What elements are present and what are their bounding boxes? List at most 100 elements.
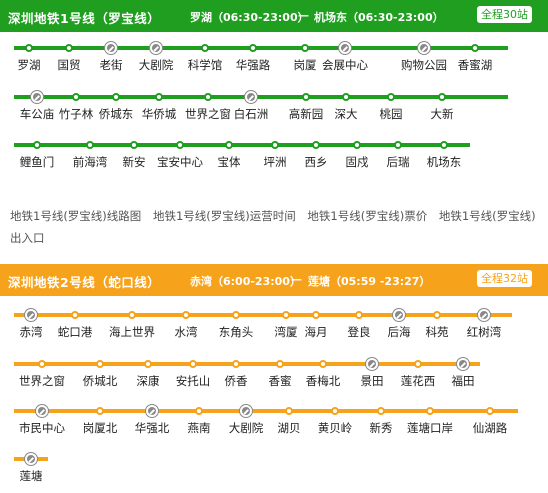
station-label[interactable]: 新安 — [123, 154, 146, 170]
station-dot-icon[interactable] — [426, 407, 434, 415]
station-label[interactable]: 黄贝岭 — [318, 420, 353, 436]
station-label[interactable]: 坪洲 — [264, 154, 287, 170]
station-label[interactable]: 侨城北 — [83, 373, 118, 389]
station-label[interactable]: 后瑞 — [387, 154, 410, 170]
station-label[interactable]: 宝安中心 — [157, 154, 203, 170]
station-dot-icon[interactable] — [387, 93, 395, 101]
station-dot-icon[interactable] — [204, 93, 212, 101]
line1-hours-link[interactable]: 地铁1号线(罗宝线)运营时间 — [153, 209, 296, 223]
station-label[interactable]: 华强路 — [236, 57, 271, 73]
station-label[interactable]: 红树湾 — [467, 324, 502, 340]
station-label[interactable]: 深康 — [137, 373, 160, 389]
station-label[interactable]: 西乡 — [305, 154, 328, 170]
station-label[interactable]: 后海 — [388, 324, 411, 340]
station-dot-icon[interactable] — [285, 407, 293, 415]
station-label[interactable]: 白石洲 — [234, 106, 269, 122]
station-label[interactable]: 海月 — [305, 324, 328, 340]
station-dot-icon[interactable] — [282, 311, 290, 319]
station-label[interactable]: 侨香 — [225, 373, 248, 389]
station-dot-icon[interactable] — [96, 407, 104, 415]
station-label[interactable]: 华侨城 — [142, 106, 177, 122]
station-label[interactable]: 海上世界 — [109, 324, 155, 340]
station-label[interactable]: 香蜜湖 — [458, 57, 493, 73]
station-dot-icon[interactable] — [312, 141, 320, 149]
station-label[interactable]: 莲塘口岸 — [407, 420, 453, 436]
station-label[interactable]: 桃园 — [380, 106, 403, 122]
line1-title[interactable]: 深圳地铁1号线（罗宝线） — [8, 8, 160, 27]
station-dot-icon[interactable] — [128, 311, 136, 319]
station-label[interactable]: 罗湖 — [18, 57, 41, 73]
station-label[interactable]: 新秀 — [370, 420, 393, 436]
interchange-station-icon[interactable] — [457, 358, 469, 370]
station-dot-icon[interactable] — [353, 141, 361, 149]
station-label[interactable]: 高新园 — [289, 106, 324, 122]
station-dot-icon[interactable] — [355, 311, 363, 319]
station-dot-icon[interactable] — [176, 141, 184, 149]
station-label[interactable]: 岗厦北 — [83, 420, 118, 436]
station-label[interactable]: 水湾 — [175, 324, 198, 340]
interchange-station-icon[interactable] — [31, 91, 43, 103]
interchange-station-icon[interactable] — [240, 405, 252, 417]
interchange-station-icon[interactable] — [25, 453, 37, 465]
station-dot-icon[interactable] — [25, 44, 33, 52]
line1-map-link[interactable]: 地铁1号线(罗宝线)线路图 — [10, 209, 141, 223]
station-dot-icon[interactable] — [471, 44, 479, 52]
station-label[interactable]: 宝体 — [218, 154, 241, 170]
station-dot-icon[interactable] — [249, 44, 257, 52]
station-dot-icon[interactable] — [232, 360, 240, 368]
interchange-station-icon[interactable] — [150, 42, 162, 54]
line2-title[interactable]: 深圳地铁2号线（蛇口线） — [8, 272, 160, 291]
station-dot-icon[interactable] — [71, 311, 79, 319]
station-dot-icon[interactable] — [155, 93, 163, 101]
station-label[interactable]: 侨城东 — [99, 106, 134, 122]
interchange-station-icon[interactable] — [393, 309, 405, 321]
station-label[interactable]: 东角头 — [219, 324, 254, 340]
station-dot-icon[interactable] — [38, 360, 46, 368]
station-dot-icon[interactable] — [301, 44, 309, 52]
station-dot-icon[interactable] — [232, 311, 240, 319]
station-label[interactable]: 景田 — [361, 373, 384, 389]
station-label[interactable]: 竹子林 — [59, 106, 94, 122]
station-label[interactable]: 会展中心 — [322, 57, 368, 73]
station-label[interactable]: 大剧院 — [229, 420, 264, 436]
station-dot-icon[interactable] — [86, 141, 94, 149]
station-label[interactable]: 科学馆 — [188, 57, 223, 73]
interchange-station-icon[interactable] — [245, 91, 257, 103]
station-label[interactable]: 深大 — [335, 106, 358, 122]
station-label[interactable]: 固戍 — [346, 154, 369, 170]
station-label[interactable]: 蛇口港 — [58, 324, 93, 340]
station-label[interactable]: 登良 — [348, 324, 371, 340]
station-label[interactable]: 大新 — [431, 106, 454, 122]
station-label[interactable]: 购物公园 — [401, 57, 447, 73]
station-label[interactable]: 福田 — [452, 373, 475, 389]
station-label[interactable]: 世界之窗 — [185, 106, 231, 122]
interchange-station-icon[interactable] — [418, 42, 430, 54]
station-dot-icon[interactable] — [72, 93, 80, 101]
station-dot-icon[interactable] — [438, 93, 446, 101]
station-label[interactable]: 莲塘 — [20, 468, 43, 484]
station-label[interactable]: 仙湖路 — [473, 420, 508, 436]
station-dot-icon[interactable] — [433, 311, 441, 319]
station-dot-icon[interactable] — [130, 141, 138, 149]
interchange-station-icon[interactable] — [366, 358, 378, 370]
station-label[interactable]: 世界之窗 — [19, 373, 65, 389]
station-dot-icon[interactable] — [331, 407, 339, 415]
station-label[interactable]: 科苑 — [426, 324, 449, 340]
station-label[interactable]: 大剧院 — [139, 57, 174, 73]
station-label[interactable]: 前海湾 — [73, 154, 108, 170]
station-dot-icon[interactable] — [33, 141, 41, 149]
station-label[interactable]: 安托山 — [176, 373, 211, 389]
station-dot-icon[interactable] — [342, 93, 350, 101]
station-label[interactable]: 老街 — [100, 57, 123, 73]
station-dot-icon[interactable] — [486, 407, 494, 415]
station-dot-icon[interactable] — [302, 93, 310, 101]
line1-fare-link[interactable]: 地铁1号线(罗宝线)票价 — [307, 209, 427, 223]
station-label[interactable]: 香梅北 — [306, 373, 341, 389]
station-label[interactable]: 鲤鱼门 — [20, 154, 55, 170]
station-dot-icon[interactable] — [195, 407, 203, 415]
station-label[interactable]: 华强北 — [135, 420, 170, 436]
station-label[interactable]: 湖贝 — [278, 420, 301, 436]
station-dot-icon[interactable] — [182, 311, 190, 319]
station-dot-icon[interactable] — [225, 141, 233, 149]
station-dot-icon[interactable] — [440, 141, 448, 149]
